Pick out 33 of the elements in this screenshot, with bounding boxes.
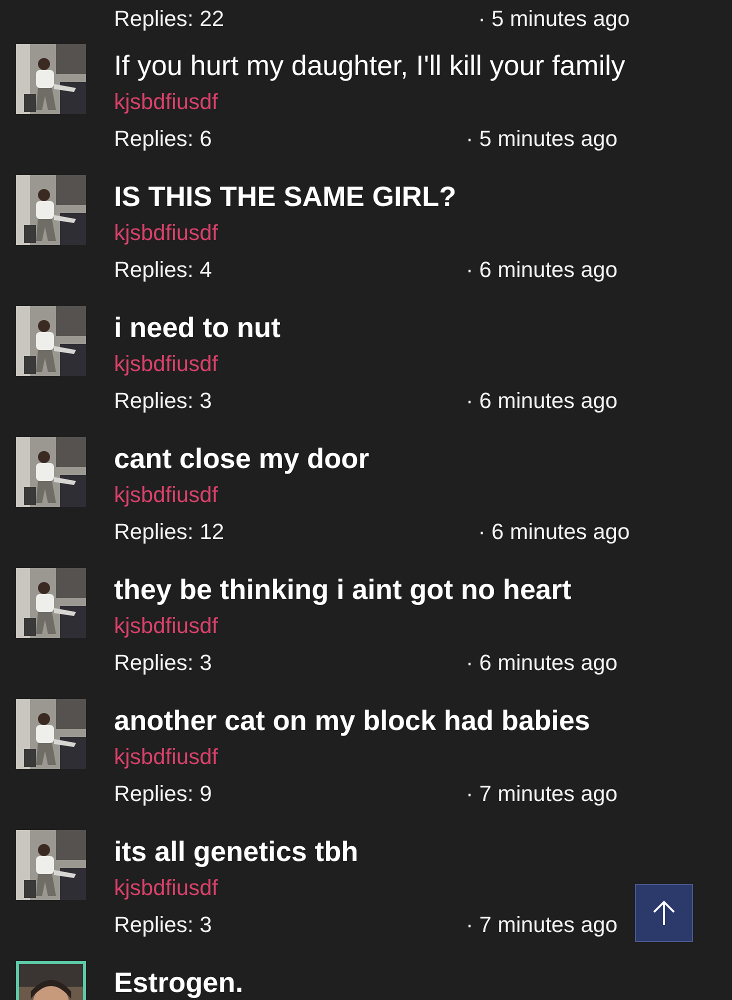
thread-title[interactable]: Estrogen. [114, 968, 732, 998]
post-time: · 7 minutes ago [466, 780, 618, 808]
thread-title[interactable]: its all genetics tbh [114, 837, 732, 867]
post-time: · 7 minutes ago [466, 911, 618, 939]
reply-count: Replies: 4 [114, 256, 212, 284]
reply-count: Replies: 3 [114, 387, 212, 415]
reply-count: Replies: 6 [114, 125, 212, 153]
thread-title[interactable]: i need to nut [114, 313, 732, 343]
author-link[interactable]: kjsbdfiusdf [114, 875, 218, 900]
post-time: · 5 minutes ago [466, 125, 618, 153]
reply-count: Replies: 22 [114, 5, 224, 33]
reply-count: Replies: 3 [114, 649, 212, 677]
author-link[interactable]: kjsbdfiusdf [114, 220, 218, 245]
post-time: · 6 minutes ago [466, 649, 618, 677]
thread-title[interactable]: they be thinking i aint got no heart [114, 575, 732, 605]
post-time: · 6 minutes ago [478, 518, 630, 546]
thread-title[interactable]: cant close my door [114, 444, 732, 474]
post-time: · 6 minutes ago [466, 387, 618, 415]
arrow-up-icon [652, 900, 676, 926]
reply-count: Replies: 12 [114, 518, 224, 546]
thread-title[interactable]: another cat on my block had babies [114, 706, 732, 736]
post-time: · 5 minutes ago [478, 5, 630, 33]
author-link[interactable]: kjsbdfiusdf [114, 744, 218, 769]
author-link[interactable]: kjsbdfiusdf [114, 89, 218, 114]
author-link[interactable]: kjsbdfiusdf [114, 613, 218, 638]
scroll-to-top-button[interactable] [635, 884, 693, 942]
thread-title[interactable]: If you hurt my daughter, I'll kill your family [114, 51, 732, 81]
thread-title[interactable]: IS THIS THE SAME GIRL? [114, 182, 732, 212]
post-time: · 6 minutes ago [466, 256, 618, 284]
reply-count: Replies: 9 [114, 780, 212, 808]
author-link[interactable]: kjsbdfiusdf [114, 482, 218, 507]
author-link[interactable]: kjsbdfiusdf [114, 351, 218, 376]
reply-count: Replies: 3 [114, 911, 212, 939]
